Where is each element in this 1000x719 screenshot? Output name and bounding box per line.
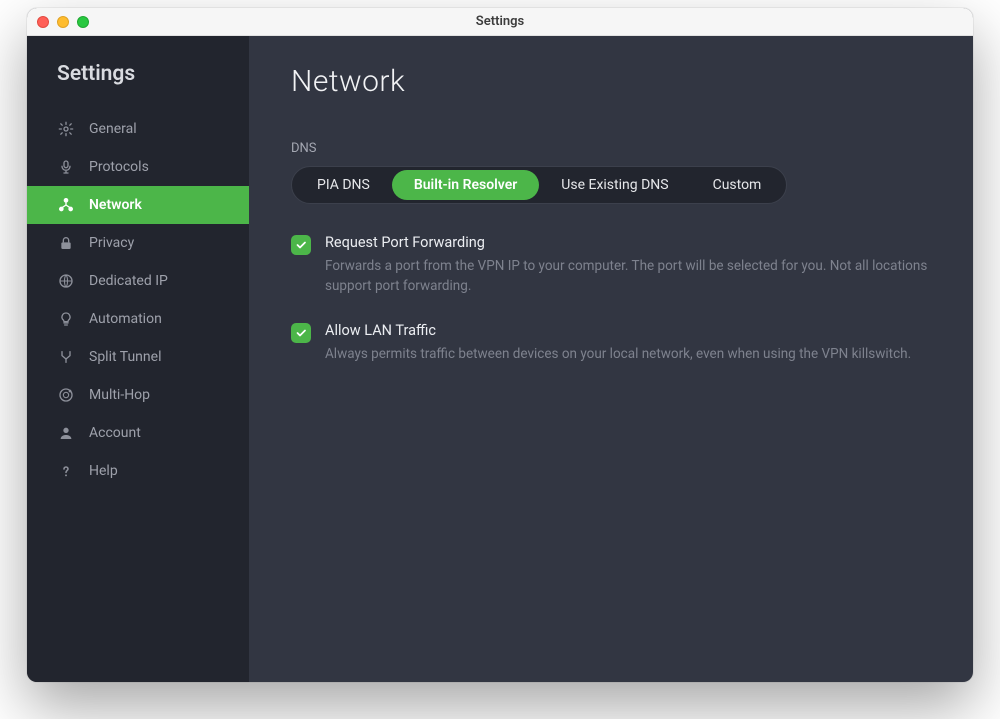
page-title: Network (291, 64, 931, 99)
setting-title: Allow LAN Traffic (325, 322, 931, 339)
settings-window: Settings Settings General Protocols Networ… (27, 8, 973, 682)
sidebar-item-account[interactable]: Account (27, 414, 249, 452)
sidebar-item-label: General (89, 121, 137, 137)
sidebar-item-label: Automation (89, 311, 162, 327)
titlebar: Settings (27, 8, 973, 36)
sidebar-item-split-tunnel[interactable]: Split Tunnel (27, 338, 249, 376)
dns-option-built-in-resolver[interactable]: Built-in Resolver (392, 170, 539, 200)
sidebar-item-general[interactable]: General (27, 110, 249, 148)
setting-row-allow-lan-traffic: Allow LAN Traffic Always permits traffic … (291, 322, 931, 365)
sidebar: Settings General Protocols Network Privacy D… (27, 36, 249, 682)
sidebar-item-label: Protocols (89, 159, 149, 175)
checkbox-request-port-forwarding[interactable] (291, 235, 311, 255)
sidebar-nav: General Protocols Network Privacy Dedicated … (27, 100, 249, 490)
split-icon (57, 348, 75, 366)
sidebar-item-privacy[interactable]: Privacy (27, 224, 249, 262)
sidebar-item-label: Account (89, 425, 141, 441)
setting-row-request-port-forwarding: Request Port Forwarding Forwards a port f… (291, 234, 931, 296)
lock-icon (57, 234, 75, 252)
main-panel: Network DNS PIA DNSBuilt-in ResolverUse … (249, 36, 973, 682)
sidebar-item-network[interactable]: Network (27, 186, 249, 224)
account-icon (57, 424, 75, 442)
protocols-icon (57, 158, 75, 176)
sidebar-item-label: Dedicated IP (89, 273, 168, 289)
maximize-window-button[interactable] (77, 16, 89, 28)
sidebar-title: Settings (27, 62, 249, 100)
sidebar-item-automation[interactable]: Automation (27, 300, 249, 338)
checkbox-section: Request Port Forwarding Forwards a port f… (291, 234, 931, 365)
close-window-button[interactable] (37, 16, 49, 28)
setting-description: Forwards a port from the VPN IP to your … (325, 257, 931, 296)
minimize-window-button[interactable] (57, 16, 69, 28)
sidebar-item-label: Privacy (89, 235, 134, 251)
dns-segmented-control: PIA DNSBuilt-in ResolverUse Existing DNS… (291, 166, 787, 204)
dns-option-use-existing-dns[interactable]: Use Existing DNS (539, 170, 690, 200)
sidebar-item-multi-hop[interactable]: Multi-Hop (27, 376, 249, 414)
lightbulb-icon (57, 310, 75, 328)
sidebar-item-dedicated-ip[interactable]: Dedicated IP (27, 262, 249, 300)
sidebar-item-help[interactable]: Help (27, 452, 249, 490)
gear-icon (57, 120, 75, 138)
network-icon (57, 196, 75, 214)
sidebar-item-label: Multi-Hop (89, 387, 150, 403)
setting-content: Allow LAN Traffic Always permits traffic … (325, 322, 931, 365)
dns-section-label: DNS (291, 141, 931, 156)
window-controls (37, 16, 89, 28)
sidebar-item-protocols[interactable]: Protocols (27, 148, 249, 186)
sidebar-item-label: Help (89, 463, 118, 479)
titlebar-title: Settings (476, 14, 524, 29)
dns-option-custom[interactable]: Custom (691, 170, 784, 200)
app-body: Settings General Protocols Network Privacy D… (27, 36, 973, 682)
globe-ip-icon (57, 272, 75, 290)
setting-title: Request Port Forwarding (325, 234, 931, 251)
checkbox-allow-lan-traffic[interactable] (291, 323, 311, 343)
setting-content: Request Port Forwarding Forwards a port f… (325, 234, 931, 296)
help-icon (57, 462, 75, 480)
setting-description: Always permits traffic between devices o… (325, 345, 931, 365)
sidebar-item-label: Split Tunnel (89, 349, 161, 365)
dns-option-pia-dns[interactable]: PIA DNS (295, 170, 392, 200)
multihop-icon (57, 386, 75, 404)
sidebar-item-label: Network (89, 197, 142, 213)
